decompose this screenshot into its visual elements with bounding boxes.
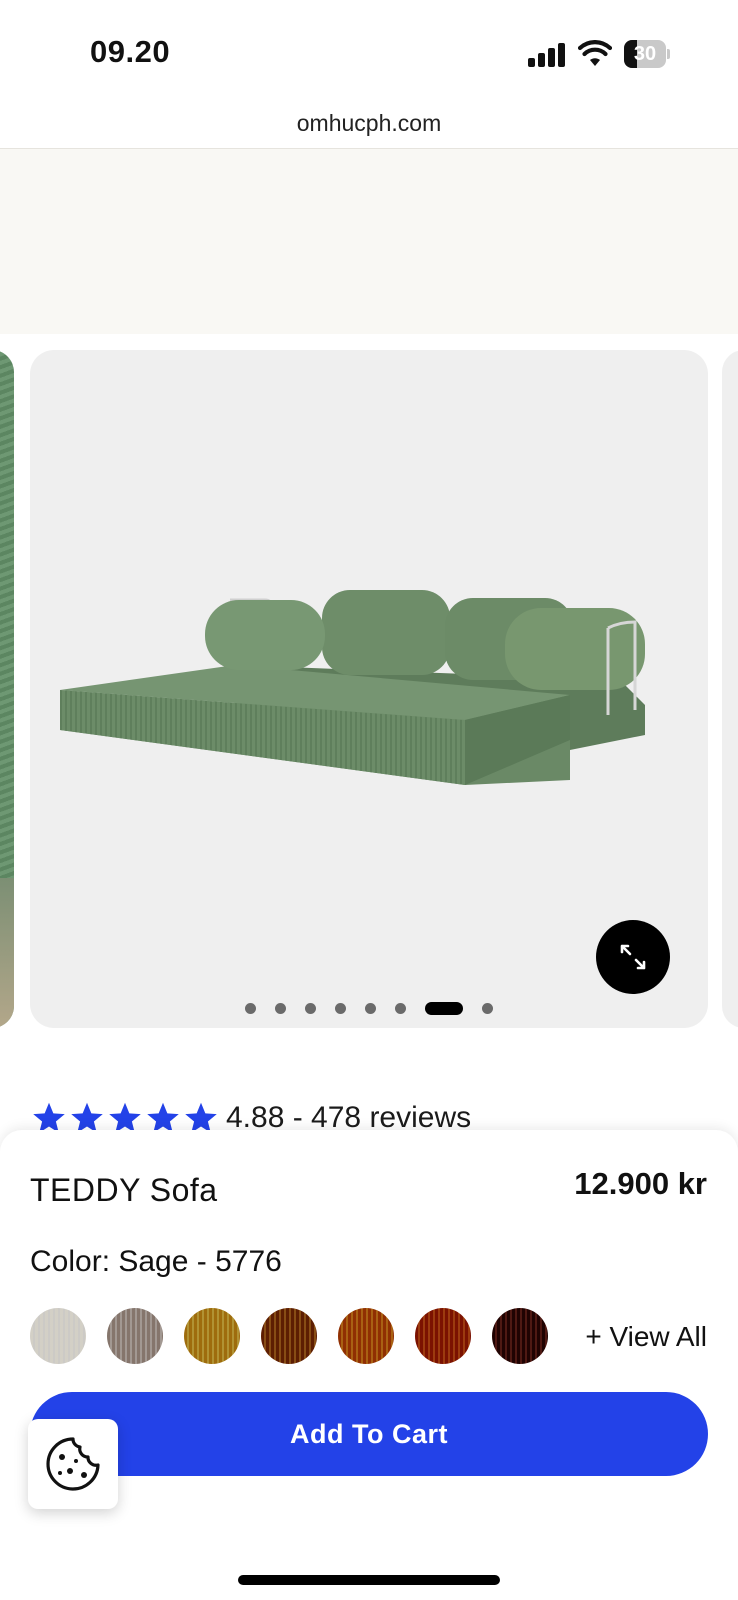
color-swatch-caramel[interactable] [261, 1308, 317, 1364]
status-time: 09.20 [90, 34, 171, 69]
add-to-cart-button[interactable]: Add To Cart [30, 1392, 708, 1476]
color-swatch-mustard[interactable] [184, 1308, 240, 1364]
selected-color-label: Color: Sage - 5776 [30, 1245, 282, 1278]
url-bar[interactable]: omhucph.com [0, 105, 738, 149]
battery-icon: 30 [624, 40, 670, 68]
product-image-slide[interactable] [30, 350, 708, 1028]
view-all-colors-link[interactable]: + View All [585, 1321, 707, 1353]
carousel-dot[interactable] [335, 1002, 346, 1014]
previous-slide-image[interactable] [0, 350, 14, 1028]
carousel-dot[interactable] [365, 1002, 376, 1014]
status-bar: 09.20 30 [0, 0, 738, 105]
promo-banner [0, 149, 738, 334]
carousel-dot[interactable] [425, 1001, 463, 1015]
carousel-dot[interactable] [482, 1002, 493, 1014]
carousel-dot[interactable] [395, 1002, 406, 1014]
expand-arrows-icon [620, 944, 646, 970]
color-swatches [30, 1308, 569, 1364]
color-swatch-rust[interactable] [415, 1308, 471, 1364]
carousel-pagination [30, 1001, 708, 1015]
expand-image-button[interactable] [596, 920, 670, 994]
carousel-dot[interactable] [305, 1002, 316, 1014]
color-swatch-white[interactable] [30, 1308, 86, 1364]
next-slide-image[interactable] [722, 350, 738, 1028]
carousel-dot[interactable] [245, 1002, 256, 1014]
carousel-dot[interactable] [275, 1002, 286, 1014]
cookie-settings-button[interactable] [28, 1419, 118, 1509]
battery-level: 30 [633, 43, 657, 65]
purchase-panel: TEDDY Sofa 12.900 kr Color: Sage - 5776 … [0, 1130, 738, 1600]
product-image-carousel[interactable] [0, 334, 738, 1034]
cellular-signal-icon [528, 43, 566, 67]
color-swatch-taupe[interactable] [107, 1308, 163, 1364]
color-swatch-burgundy[interactable] [492, 1308, 548, 1364]
product-name: TEDDY Sofa [30, 1172, 218, 1208]
cookie-icon [46, 1437, 100, 1491]
product-price: 12.900 kr [574, 1166, 707, 1201]
color-swatch-amber[interactable] [338, 1308, 394, 1364]
home-indicator [238, 1575, 500, 1585]
wifi-icon [578, 40, 612, 66]
product-image [60, 590, 645, 785]
